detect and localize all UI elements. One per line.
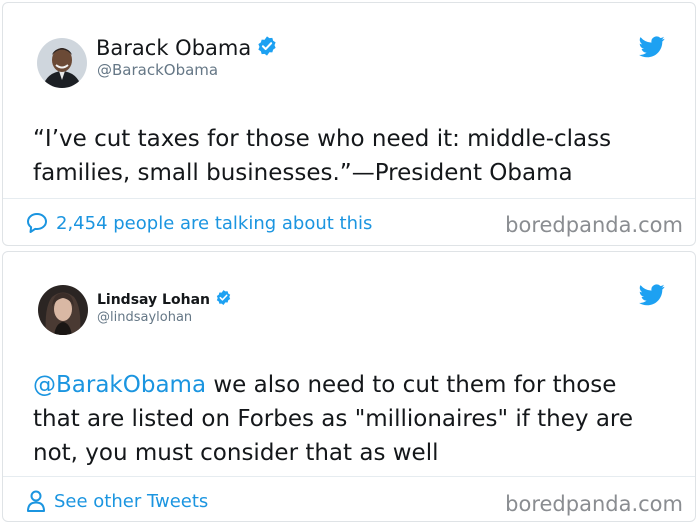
author-handle[interactable]: @BarackObama <box>97 61 218 79</box>
divider <box>3 476 695 477</box>
talking-count-label: 2,454 people are talking about this <box>56 212 373 234</box>
person-icon <box>27 490 45 512</box>
speech-bubble-icon <box>27 213 47 233</box>
verified-badge-icon <box>215 289 232 310</box>
see-other-tweets-label: See other Tweets <box>54 490 209 512</box>
avatar[interactable] <box>37 38 87 88</box>
tweet-text: @BarakObama we also need to cut them for… <box>33 368 665 470</box>
author-name[interactable]: Barack Obama <box>96 36 251 60</box>
tweet-text: “I’ve cut taxes for those who need it: m… <box>33 126 612 186</box>
divider <box>3 198 695 199</box>
see-other-tweets-link[interactable]: See other Tweets <box>25 489 208 513</box>
watermark: boredpanda.com <box>505 492 683 516</box>
tweet-card-obama: Barack Obama @BarackObama “I’ve cut taxe… <box>2 2 696 246</box>
twitter-bird-icon[interactable] <box>639 284 665 310</box>
tweet-card-lohan: Lindsay Lohan @lindsaylohan @BarakObama … <box>2 251 696 522</box>
mention-link[interactable]: @BarakObama <box>33 372 206 398</box>
verified-badge-icon <box>256 35 278 61</box>
author-name[interactable]: Lindsay Lohan <box>97 292 210 308</box>
avatar[interactable] <box>38 285 88 335</box>
author-handle[interactable]: @lindsaylohan <box>97 310 192 325</box>
talking-about-link[interactable]: 2,454 people are talking about this <box>25 211 372 235</box>
twitter-bird-icon[interactable] <box>639 36 665 62</box>
watermark: boredpanda.com <box>505 213 683 237</box>
